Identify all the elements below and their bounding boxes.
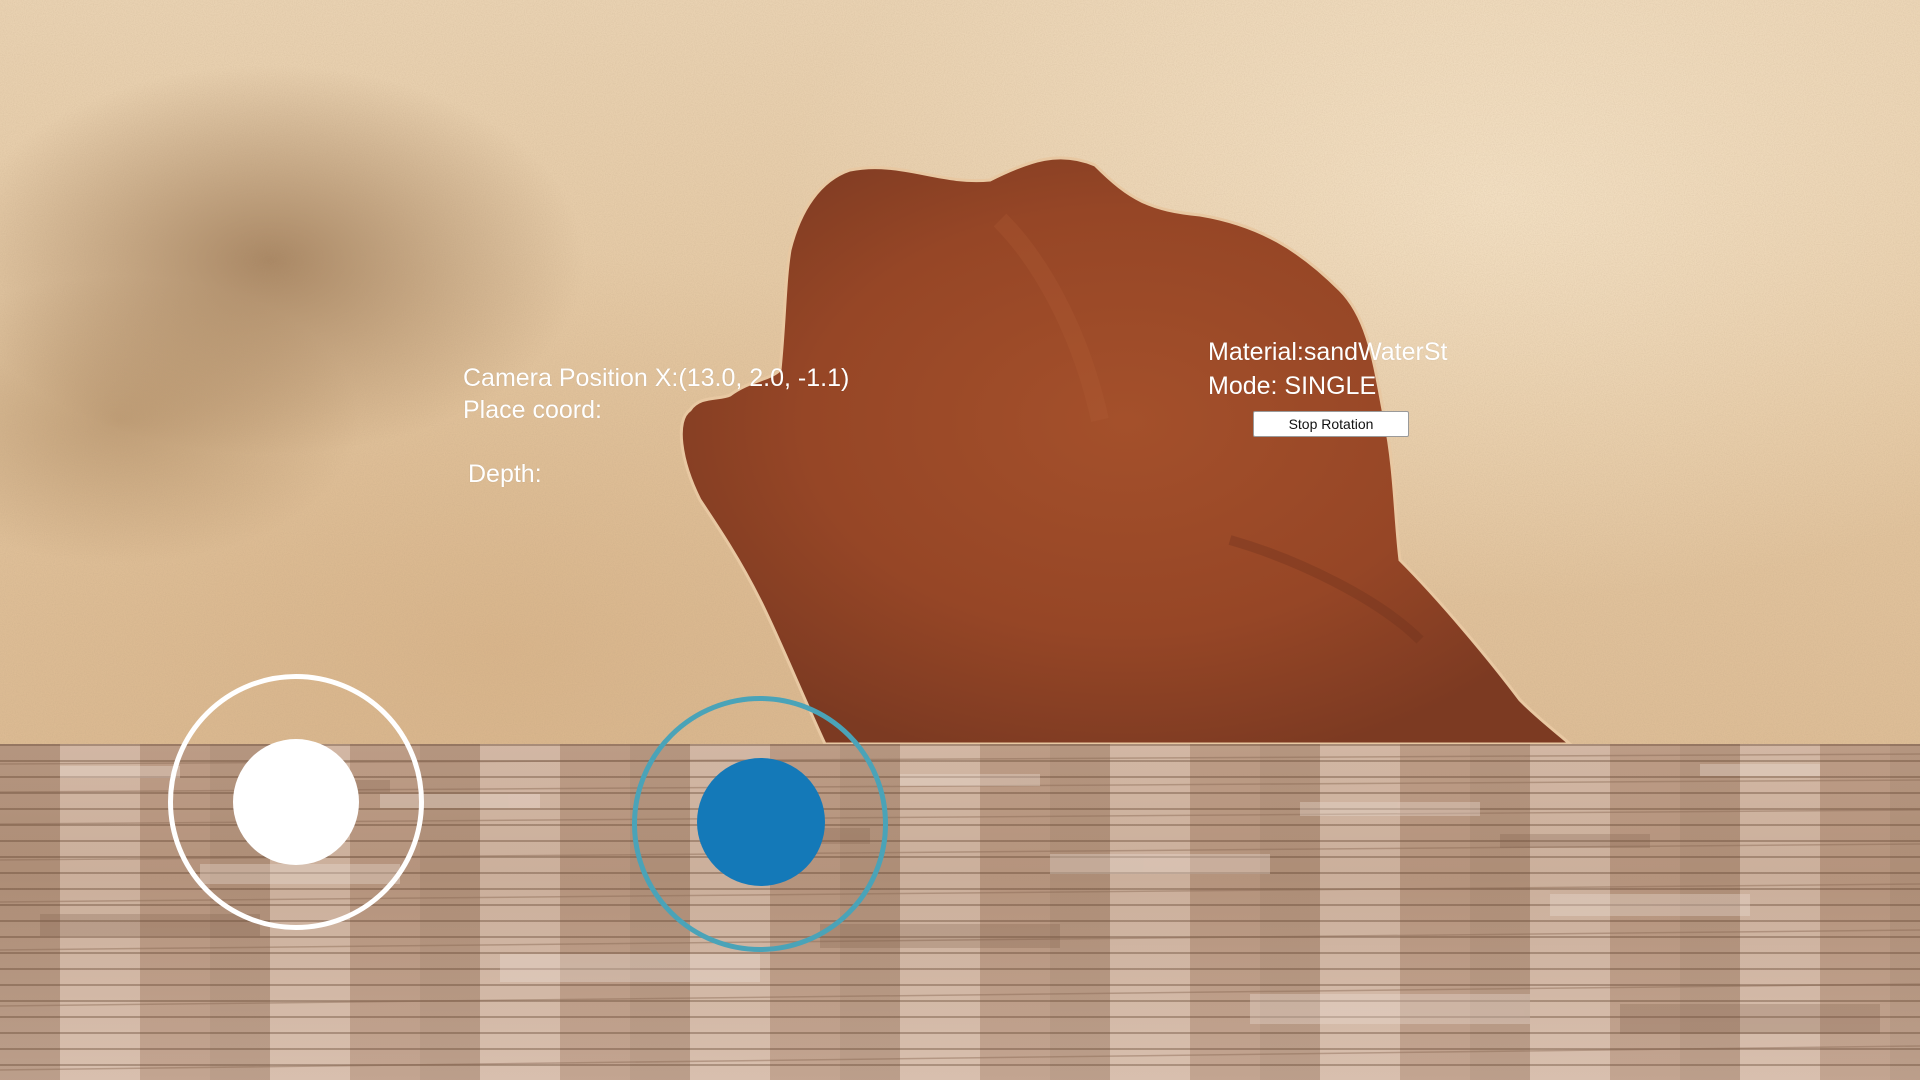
left-joystick[interactable] bbox=[168, 674, 424, 930]
material-label: Material:sandWaterSt bbox=[1208, 338, 1448, 366]
depth-label: Depth: bbox=[468, 460, 542, 488]
right-joystick[interactable] bbox=[632, 696, 888, 952]
right-joystick-knob[interactable] bbox=[697, 758, 825, 886]
ar-camera-view[interactable]: Camera Position X:(13.0, 2.0, -1.1) Plac… bbox=[0, 0, 1920, 1080]
mode-label: Mode: SINGLE bbox=[1208, 372, 1377, 400]
hand-in-camera bbox=[679, 156, 1574, 746]
left-joystick-knob[interactable] bbox=[233, 739, 359, 865]
place-coord-label: Place coord: bbox=[463, 396, 602, 424]
camera-position-readout: Camera Position X:(13.0, 2.0, -1.1) bbox=[463, 364, 850, 392]
stop-rotation-button[interactable]: Stop Rotation bbox=[1253, 411, 1409, 437]
